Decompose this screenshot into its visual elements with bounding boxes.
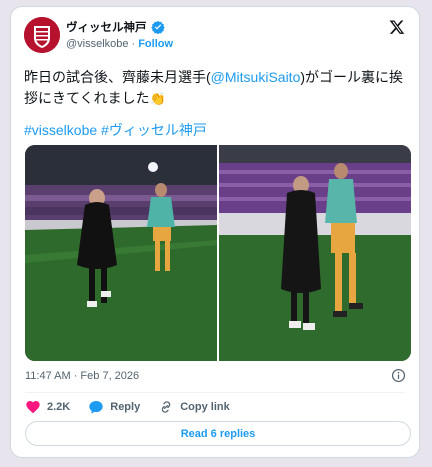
author-handle-row: @visselkobe · Follow <box>66 38 173 50</box>
separator-dot: · <box>131 38 136 50</box>
reply-bubble-icon <box>89 401 103 414</box>
vissel-crest-icon <box>24 17 60 53</box>
heart-icon <box>26 401 40 414</box>
copy-link-button[interactable]: Copy link <box>158 399 230 415</box>
copy-link-label: Copy link <box>180 401 230 413</box>
author-display-name[interactable]: ヴィッセル神戸 <box>66 19 147 35</box>
follow-button[interactable]: Follow <box>138 38 173 50</box>
media-grid <box>25 145 411 361</box>
like-count: 2.2K <box>47 401 71 413</box>
read-replies-button[interactable]: Read 6 replies <box>25 421 411 446</box>
photo-1[interactable] <box>25 145 217 361</box>
tweet-text-part: 昨日の試合後、齊藤未月選手( <box>24 69 211 85</box>
reply-button[interactable]: Reply <box>88 399 140 415</box>
x-logo-icon[interactable] <box>389 19 405 35</box>
author-handle[interactable]: @visselkobe <box>66 38 129 50</box>
tweet-card: ヴィッセル神戸 @visselkobe · Follow 昨日の試合後、齊藤未月… <box>10 6 420 458</box>
avatar[interactable] <box>24 17 60 53</box>
photo-2[interactable] <box>219 145 411 361</box>
link-icon <box>161 401 171 413</box>
tweet-text: 昨日の試合後、齊藤未月選手(@MitsukiSaito)がゴール裏に挨拶にきてく… <box>24 67 409 109</box>
divider <box>25 392 405 393</box>
tweet-timestamp[interactable]: 11:47 AM · Feb 7, 2026 <box>25 370 139 382</box>
tweet-actions: 2.2K Reply Copy link <box>25 399 230 415</box>
verified-badge-icon <box>150 20 165 34</box>
hashtag-visselkobe[interactable]: #visselkobe <box>24 122 97 138</box>
hashtags: #visselkobe #ヴィッセル神戸 <box>24 120 207 140</box>
author-name-row[interactable]: ヴィッセル神戸 <box>66 19 165 35</box>
reply-label: Reply <box>110 401 141 413</box>
info-icon[interactable] <box>391 368 406 383</box>
like-button[interactable]: 2.2K <box>25 399 70 415</box>
clapping-hands-emoji: 👏 <box>149 91 166 106</box>
mention-link[interactable]: @MitsukiSaito <box>211 69 301 85</box>
hashtag-vissel-kobe-jp[interactable]: #ヴィッセル神戸 <box>101 122 207 138</box>
